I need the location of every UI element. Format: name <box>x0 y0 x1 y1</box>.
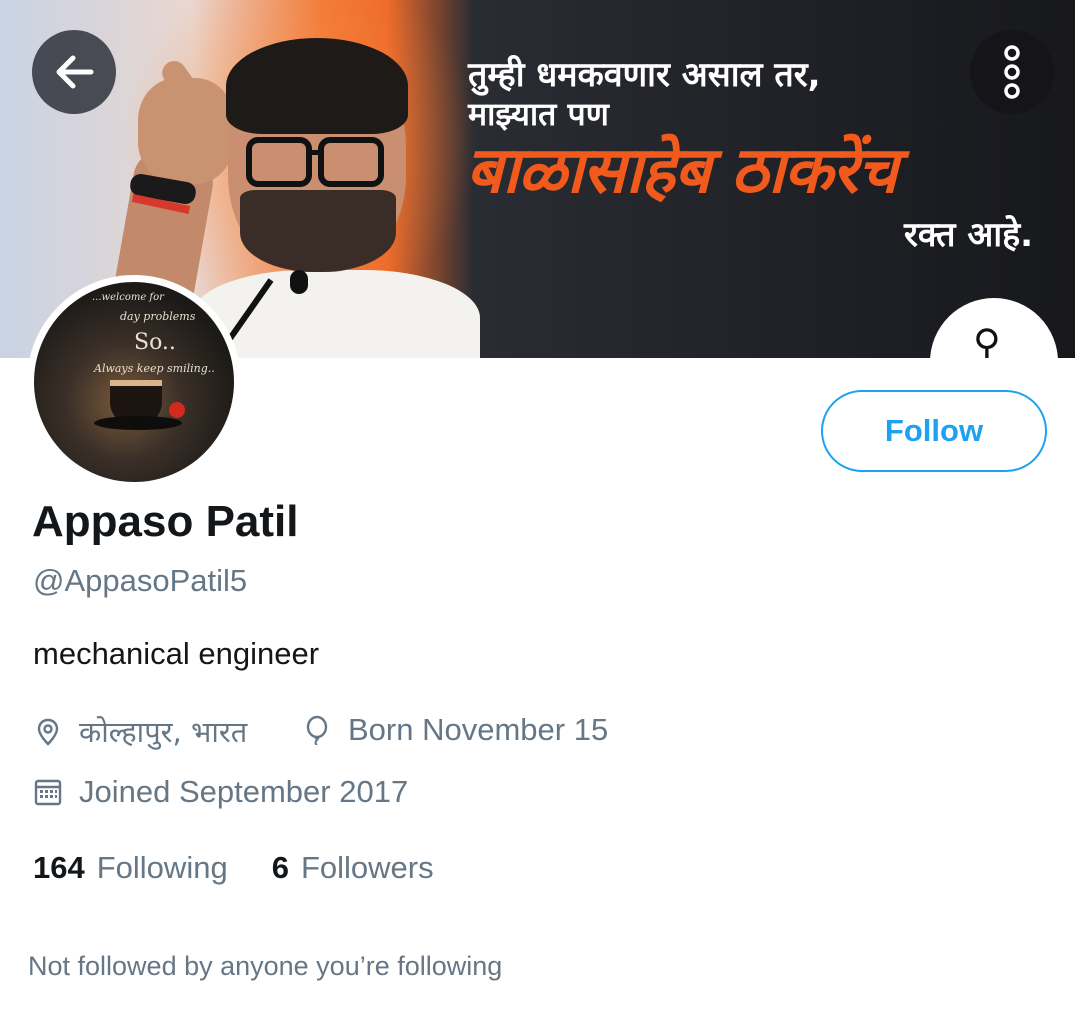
following-count: 164 <box>33 850 85 885</box>
banner-glasses-bridge <box>306 150 320 155</box>
profile-avatar[interactable]: ...welcome for day problems So.. Always … <box>27 275 241 489</box>
avatar-text-line4: Always keep smiling.. <box>94 362 215 375</box>
banner-hair <box>226 38 408 134</box>
follow-stats: 164 Following 6 Followers <box>33 850 434 886</box>
followers-label: Followers <box>300 850 434 885</box>
birthday-row: Born November 15 <box>302 712 608 748</box>
avatar-saucer <box>94 416 182 430</box>
location-pin-icon <box>33 717 63 747</box>
location-row: कोल्हापुर, भारत <box>33 712 247 751</box>
calendar-icon <box>33 777 63 807</box>
birthday-text: Born November 15 <box>348 712 609 747</box>
more-options-button[interactable] <box>970 30 1054 114</box>
banner-glasses-right <box>318 137 384 187</box>
banner-glasses-left <box>246 137 312 187</box>
location-text: कोल्हापुर, भारत <box>79 715 248 749</box>
display-name: Appaso Patil <box>32 497 299 546</box>
back-button[interactable] <box>32 30 116 114</box>
banner-mic <box>290 270 308 294</box>
avatar-text-line3: So.. <box>134 330 176 355</box>
followers-stat[interactable]: 6 Followers <box>272 850 434 886</box>
joined-text: Joined September 2017 <box>79 774 409 809</box>
joined-row: Joined September 2017 <box>33 774 408 810</box>
follow-button[interactable]: Follow <box>821 390 1047 472</box>
followers-count: 6 <box>271 850 289 885</box>
avatar-image: ...welcome for day problems So.. Always … <box>34 282 234 482</box>
profile-bio: mechanical engineer <box>33 636 320 671</box>
avatar-text-line2: day problems <box>120 310 196 323</box>
more-vertical-icon <box>1000 44 1024 100</box>
following-label: Following <box>96 850 228 885</box>
emblem-icon: ⚲ <box>973 321 1001 358</box>
banner-beard <box>240 190 396 272</box>
banner-text-line1: तुम्ही धमकवणार असाल तर, <box>468 55 821 95</box>
banner-text-line3: रक्त आहे. <box>904 215 1034 255</box>
user-handle: @AppasoPatil5 <box>33 563 248 598</box>
banner-text-headline: बाळासाहेब ठाकरेंच <box>466 134 898 208</box>
following-stat[interactable]: 164 Following <box>33 850 228 886</box>
avatar-text-line1: ...welcome for <box>92 292 164 303</box>
not-followed-notice: Not followed by anyone you’re following <box>28 951 503 981</box>
balloon-icon <box>302 715 332 745</box>
avatar-rose <box>169 402 185 418</box>
arrow-left-icon <box>51 49 97 95</box>
